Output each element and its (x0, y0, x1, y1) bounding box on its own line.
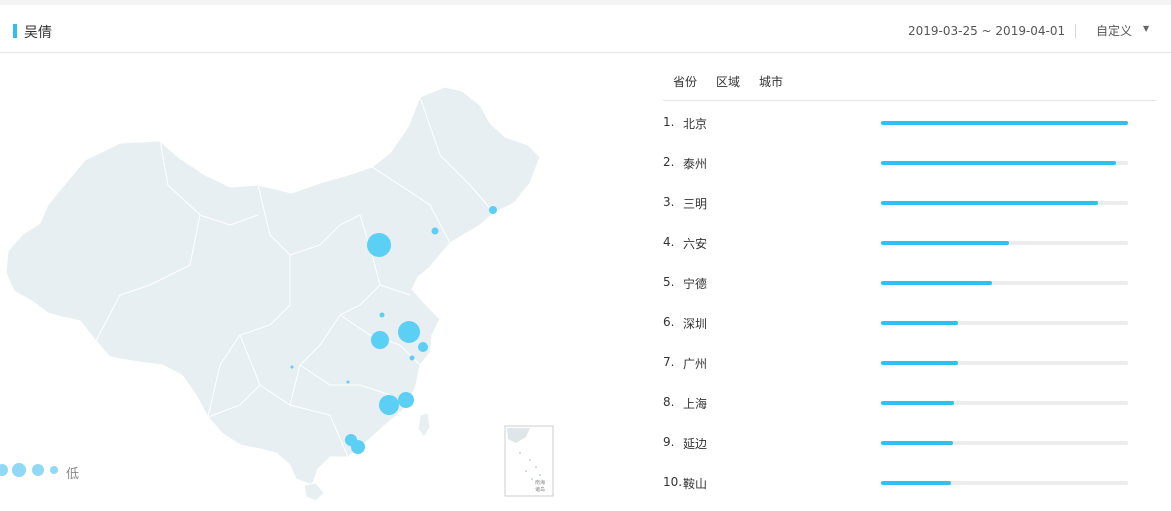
range-select-dropdown[interactable]: 自定义 ▼ (1096, 22, 1149, 40)
bubble-small-1 (379, 312, 385, 318)
bubble-small-3 (346, 380, 350, 384)
range-select-label: 自定义 (1096, 24, 1133, 38)
rank-city-name: 广州 (683, 357, 708, 371)
list-item: 1. 北京 (663, 113, 1133, 133)
list-item: 5. 宁德 (663, 273, 1133, 293)
rank-bar-fill (881, 121, 1128, 125)
list-item: 8. 上海 (663, 393, 1133, 413)
legend-low-label: 低 (66, 467, 80, 482)
bubble-taizhou (398, 321, 420, 343)
rank-bar-track (881, 401, 1128, 405)
tab-city[interactable]: 城市 (759, 73, 783, 90)
title-accent-bar (13, 24, 17, 38)
bubble-beijing (367, 233, 391, 257)
bubble-ningde (398, 392, 414, 408)
rank-bar-track (881, 241, 1128, 245)
rank-city-name: 深圳 (683, 317, 708, 331)
rank-number: 1. (663, 115, 675, 129)
rank-bar-fill (881, 281, 993, 285)
bubble-sanming (379, 395, 399, 415)
rank-bar-fill (881, 361, 958, 365)
bubble-guangzhou (345, 434, 357, 446)
bubble-anshan (431, 227, 439, 235)
rank-city-name: 宁德 (683, 277, 708, 291)
tab-region[interactable]: 区域 (716, 73, 740, 90)
bubble-small-2 (409, 355, 415, 361)
rank-bar-fill (881, 481, 952, 485)
china-map-svg: 南海 诸岛 (5, 86, 554, 502)
panel-header: 吴倩 2019-03-25 ~ 2019-04-01 自定义 ▼ (0, 5, 1171, 53)
map-land (5, 86, 541, 502)
rank-bar-fill (881, 201, 1099, 205)
inset-label-1: 南海 (535, 479, 545, 486)
rank-bar-track (881, 361, 1128, 365)
rank-number: 7. (663, 355, 675, 369)
rank-bar-track (881, 121, 1128, 125)
bubble-yanbian (489, 206, 497, 214)
list-item: 3. 三明 (663, 193, 1133, 213)
rank-number: 10. (663, 475, 683, 489)
page-title: 吴倩 (24, 25, 52, 41)
rank-number: 5. (663, 275, 675, 289)
bubble-shanghai (418, 342, 428, 352)
rank-bar-fill (881, 161, 1116, 165)
china-map[interactable]: 南海 诸岛 (0, 65, 580, 505)
rank-number: 2. (663, 155, 675, 169)
rank-number: 4. (663, 235, 675, 249)
rank-bar-track (881, 441, 1128, 445)
rank-number: 3. (663, 195, 675, 209)
tab-province[interactable]: 省份 (673, 73, 697, 90)
legend-dot-3 (32, 464, 44, 476)
rank-bar-fill (881, 401, 954, 405)
rank-bar-track (881, 281, 1128, 285)
rank-bar-fill (881, 441, 953, 445)
rank-city-name: 上海 (683, 397, 708, 411)
rank-number: 9. (663, 435, 675, 449)
analytics-panel: 吴倩 2019-03-25 ~ 2019-04-01 自定义 ▼ 南海 诸岛 低… (0, 5, 1171, 511)
rank-bar-fill (881, 321, 958, 325)
region-tabs: 省份 区域 城市 (663, 68, 1157, 101)
list-item: 9. 延边 (663, 433, 1133, 453)
rank-city-name: 六安 (683, 237, 708, 251)
legend-dot-2 (12, 463, 26, 477)
rank-city-name: 泰州 (683, 157, 708, 171)
rank-city-name: 鞍山 (683, 477, 708, 491)
list-item: 4. 六安 (663, 233, 1133, 253)
rank-bar-track (881, 201, 1128, 205)
rank-city-name: 北京 (683, 117, 708, 131)
legend-dot-4 (50, 466, 58, 474)
list-item: 2. 泰州 (663, 153, 1133, 173)
caret-down-icon: ▼ (1143, 24, 1150, 33)
rank-number: 6. (663, 315, 675, 329)
date-range-picker[interactable]: 2019-03-25 ~ 2019-04-01 (908, 24, 1065, 38)
rank-number: 8. (663, 395, 675, 409)
header-divider (1075, 24, 1076, 38)
rank-bar-track (881, 481, 1128, 485)
south-china-sea-inset: 南海 诸岛 (504, 425, 554, 497)
inset-label-2: 诸岛 (535, 486, 545, 493)
rank-bar-track (881, 321, 1128, 325)
list-item: 10. 鞍山 (663, 473, 1133, 493)
list-item: 6. 深圳 (663, 313, 1133, 333)
rank-city-name: 三明 (683, 197, 708, 211)
bubble-liuan (371, 331, 389, 349)
list-item: 7. 广州 (663, 353, 1133, 373)
rank-bar-track (881, 161, 1128, 165)
bubble-small-4 (290, 365, 294, 369)
rank-city-name: 延边 (683, 437, 708, 451)
rank-bar-fill (881, 241, 1010, 245)
